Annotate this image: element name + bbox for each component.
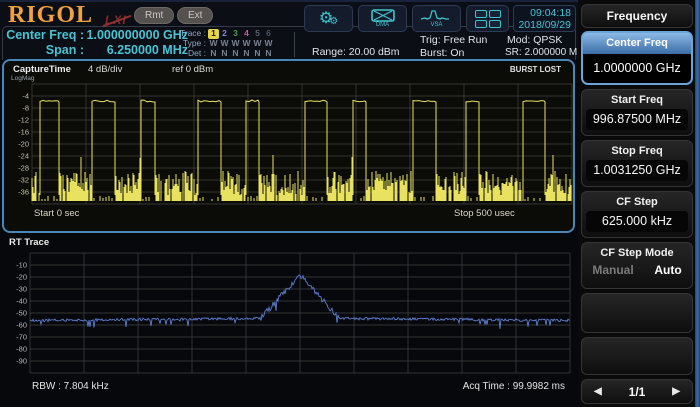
menu-item-start-freq[interactable]: Start Freq 996.87500 MHz	[581, 89, 693, 136]
spectrum-analyzer-screen: RIGOL LXI Rmt Ext Center Freq : 1.000000…	[0, 0, 700, 407]
rigol-logo: RIGOL	[8, 2, 93, 29]
trace-cell: N	[241, 49, 252, 59]
start-time-label: Start 0 sec	[34, 208, 79, 219]
svg-text:-8: -8	[22, 104, 29, 113]
det-label: Det :	[176, 49, 206, 59]
next-page-button[interactable]: ▶	[672, 386, 680, 397]
ext-badge: Ext	[177, 7, 213, 24]
rt-trace-panel: RT Trace -10 -20 -30 -40 -50 -60 -70 -80 -90 RBW…	[2, 236, 575, 404]
prev-page-button[interactable]: ◀	[594, 386, 602, 397]
cf-step-menu-label[interactable]: CF Step	[582, 192, 692, 208]
acq-time-readout: Acq Time : 99.9982 ms	[463, 381, 565, 392]
ref-level-readout: ref 0 dBm	[172, 64, 213, 75]
menu-item-cf-step-mode[interactable]: CF Step Mode Manual Auto	[581, 242, 693, 289]
stop-freq-menu-label[interactable]: Stop Freq	[582, 141, 692, 157]
capture-time-panel: CaptureTime 4 dB/div ref 0 dBm BURST LOS…	[2, 59, 575, 233]
rt-trace-title: RT Trace	[9, 237, 49, 248]
logmag-label: LogMag	[11, 75, 35, 82]
vsa-mode-button[interactable]: VSA	[412, 5, 461, 32]
svg-text:-16: -16	[18, 128, 29, 137]
center-freq-label: Center Freq :	[6, 28, 84, 43]
time-readout: 09:04:18	[514, 7, 571, 19]
grid-icon	[475, 10, 501, 28]
page-number: 1/1	[629, 385, 646, 399]
trace-cell: N	[208, 49, 219, 59]
center-freq-menu-label[interactable]: Center Freq	[583, 33, 691, 54]
span-label: Span :	[6, 43, 84, 58]
vsa-icon	[420, 9, 454, 22]
stop-freq-menu-value: 1.0031250 GHz	[586, 160, 688, 181]
trace-det-row: Det : NNNNNN	[176, 49, 274, 59]
dma-mode-button[interactable]: DMA	[358, 5, 407, 32]
dma-icon-label: DMA	[376, 22, 389, 28]
menu-title: Frequency	[581, 4, 693, 28]
rmt-badge: Rmt	[134, 7, 174, 24]
menu-item-center-freq[interactable]: Center Freq 1.0000000 GHz	[581, 31, 693, 85]
cf-step-menu-value: 625.000 kHz	[586, 211, 688, 232]
settings-button[interactable]: ⚙⚙	[304, 5, 353, 32]
lxi-icon: LXI	[105, 13, 127, 27]
clock: 09:04:18 2018/09/29	[513, 5, 576, 32]
svg-text:-90: -90	[16, 357, 27, 366]
svg-text:-10: -10	[16, 261, 27, 270]
svg-text:-28: -28	[18, 164, 29, 173]
menu-item-empty-2[interactable]	[581, 337, 693, 375]
burst-lost-badge: BURST LOST	[510, 65, 561, 74]
menu-item-cf-step[interactable]: CF Step 625.000 kHz	[581, 191, 693, 238]
cf-step-mode-toggle[interactable]: Manual Auto	[582, 263, 692, 277]
svg-text:-70: -70	[16, 333, 27, 342]
gear-small-icon: ⚙	[329, 17, 338, 27]
svg-text:-20: -20	[16, 273, 27, 282]
svg-text:-30: -30	[16, 285, 27, 294]
trace-selector[interactable]: Trace : 123456 Type : WWWWWW Det : NNNNN…	[176, 29, 274, 59]
span-value: 6.250000 MHz	[84, 43, 188, 58]
auto-option[interactable]: Auto	[654, 263, 681, 277]
menu-item-empty-1[interactable]	[581, 293, 693, 333]
svg-text:-32: -32	[18, 176, 29, 185]
rbw-readout: RBW : 7.804 kHz	[32, 381, 109, 392]
center-freq-value: 1.000000000 GHz	[84, 28, 188, 43]
capture-time-chart: -4 -8 -12 -16 -20 -24 -28 -32 -36	[4, 83, 574, 207]
dma-icon	[371, 9, 395, 22]
vsa-icon-label: VSA	[430, 22, 442, 28]
svg-text:-36: -36	[18, 188, 29, 197]
mod-status: Mod: QPSK	[507, 34, 562, 46]
sr-status: SR: 2.000000 MHz	[505, 47, 590, 58]
start-freq-menu-label[interactable]: Start Freq	[582, 90, 692, 106]
menu-item-stop-freq[interactable]: Stop Freq 1.0031250 GHz	[581, 140, 693, 187]
capture-title: CaptureTime	[13, 64, 71, 75]
center-freq-menu-value: 1.0000000 GHz	[583, 54, 691, 82]
cf-step-mode-menu-label[interactable]: CF Step Mode	[582, 243, 692, 259]
trace-cell: N	[219, 49, 230, 59]
svg-text:-12: -12	[18, 116, 29, 125]
header-bar: RIGOL LXI Rmt Ext Center Freq : 1.000000…	[0, 0, 578, 59]
burst-status: Burst: On	[420, 47, 464, 59]
svg-text:-20: -20	[18, 140, 29, 149]
date-readout: 2018/09/29	[514, 19, 571, 31]
svg-text:-4: -4	[22, 92, 29, 101]
svg-text:-24: -24	[18, 152, 29, 161]
rt-trace-chart: -10 -20 -30 -40 -50 -60 -70 -80 -90	[2, 252, 572, 376]
svg-text:-60: -60	[16, 321, 27, 330]
frequency-readout: Center Freq : 1.000000000 GHz Span : 6.2…	[6, 28, 188, 58]
svg-text:-40: -40	[16, 297, 27, 306]
manual-option[interactable]: Manual	[592, 263, 633, 277]
trace-cell: N	[230, 49, 241, 59]
scale-readout: 4 dB/div	[88, 64, 122, 75]
range-status: Range: 20.00 dBm	[312, 46, 400, 58]
sidebar-rail	[695, 0, 700, 407]
menu-sidebar: Frequency Center Freq 1.0000000 GHz Star…	[578, 0, 700, 407]
svg-text:-50: -50	[16, 309, 27, 318]
page-indicator: ◀ 1/1 ▶	[581, 379, 693, 404]
trace-cell: N	[252, 49, 263, 59]
header-divider	[294, 32, 295, 57]
start-freq-menu-value: 996.87500 MHz	[586, 109, 688, 130]
trace-cell: N	[263, 49, 274, 59]
svg-text:-80: -80	[16, 345, 27, 354]
trig-status: Trig: Free Run	[420, 34, 487, 46]
display-layout-button[interactable]	[466, 5, 509, 32]
stop-time-label: Stop 500 usec	[454, 208, 515, 219]
